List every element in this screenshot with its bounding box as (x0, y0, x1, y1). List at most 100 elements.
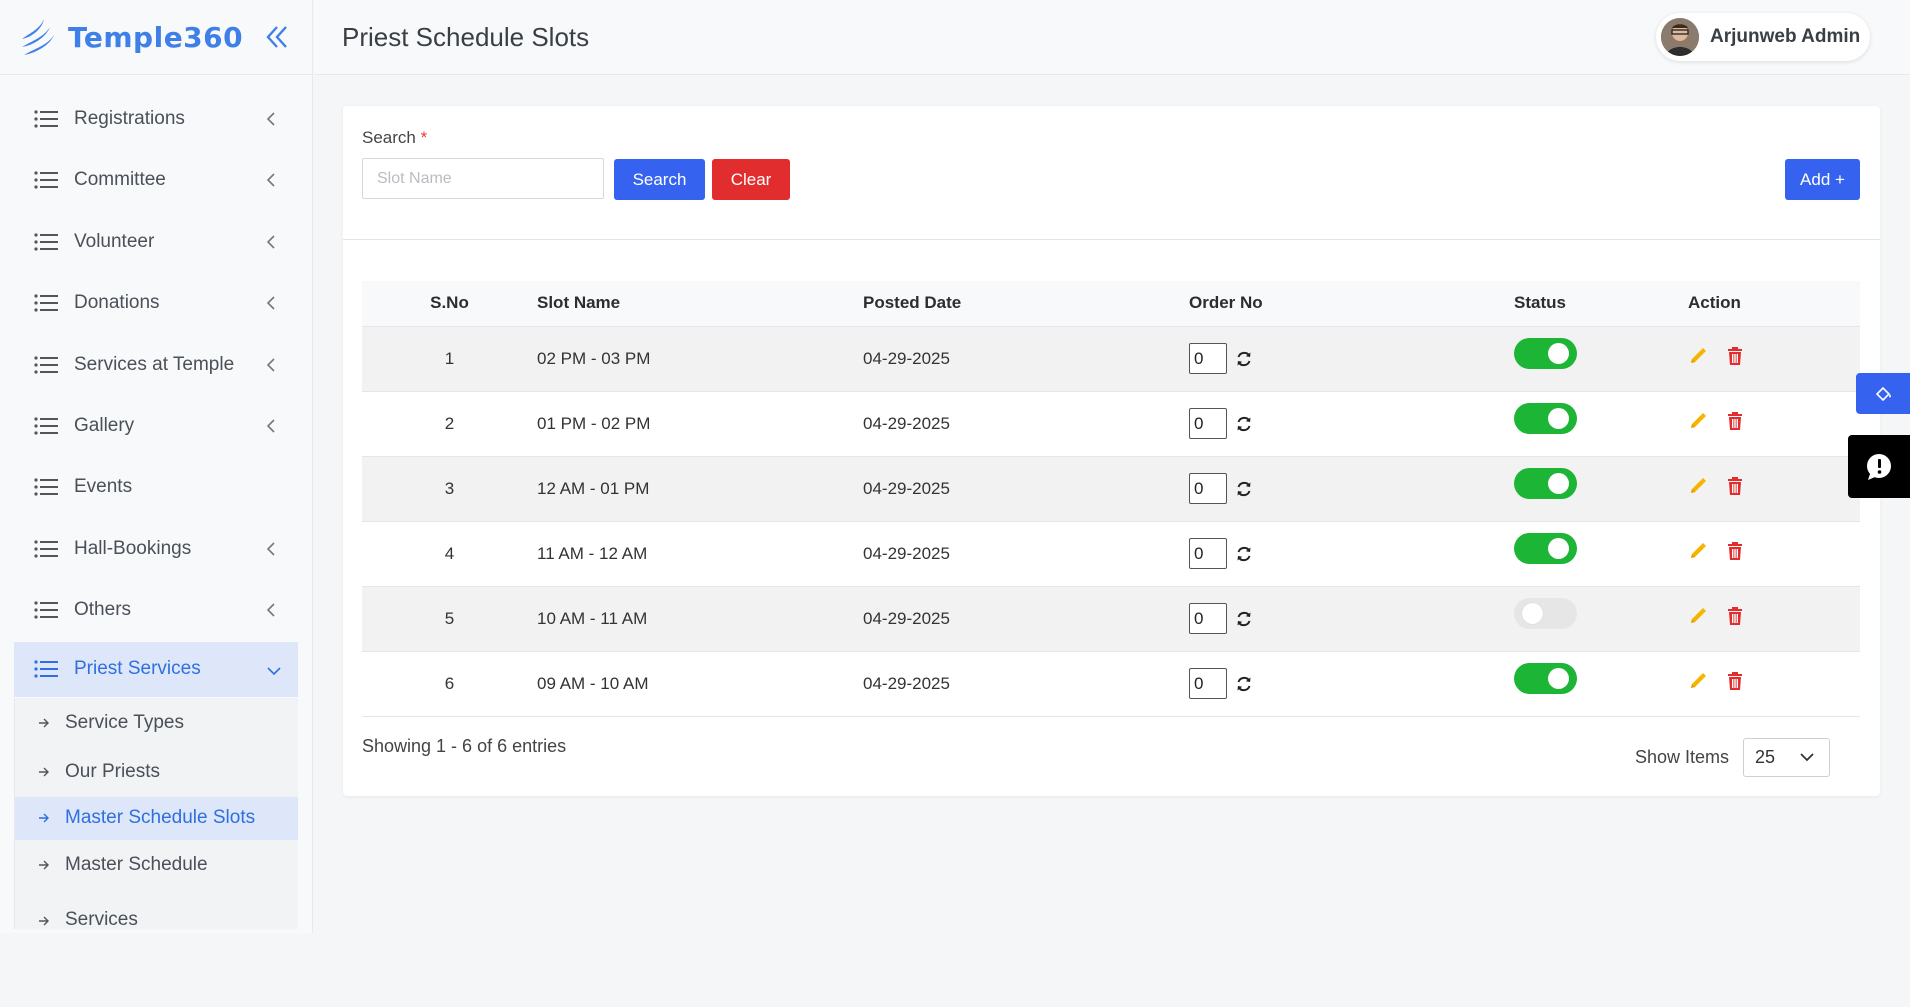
cell-slot-name: 11 AM - 12 AM (537, 543, 648, 563)
column-header-slot-name: Slot Name (537, 293, 621, 313)
column-header-order-no: Order No (1189, 293, 1263, 313)
sidebar-item-events[interactable]: Events (14, 457, 298, 517)
paint-bucket-icon (1875, 386, 1891, 401)
cell-order-no (1189, 456, 1514, 521)
pencil-icon[interactable] (1688, 476, 1708, 496)
status-toggle[interactable] (1514, 337, 1577, 369)
table-row: 4 11 AM - 12 AM 04-29-2025 (362, 521, 1860, 586)
sidebar-item-registrations[interactable]: Registrations (14, 89, 298, 149)
search-button[interactable]: Search (614, 159, 705, 200)
sidebar-item-label: Gallery (74, 414, 135, 436)
slot-name-search-input[interactable] (362, 158, 604, 199)
submenu-item-service-types[interactable]: Service Types (15, 698, 298, 748)
submenu-item-services[interactable]: Services (15, 889, 298, 929)
pencil-icon[interactable] (1688, 346, 1708, 366)
order-no-input[interactable] (1189, 408, 1227, 439)
page-title: Priest Schedule Slots (342, 22, 590, 52)
arrow-right-icon (39, 813, 49, 823)
brand-name: Temple360 (68, 20, 244, 54)
sidebar-item-services-at-temple[interactable]: Services at Temple (14, 335, 298, 395)
sidebar-item-volunteer[interactable]: Volunteer (14, 212, 298, 272)
trash-icon[interactable] (1726, 671, 1744, 691)
chevron-left-icon (266, 112, 275, 126)
cell-order-no (1189, 651, 1514, 716)
row-actions (1688, 671, 1744, 691)
slots-card: Search * Search Clear Add + S.No Slot Na… (343, 106, 1880, 796)
sidebar-item-label: Services at Temple (74, 353, 235, 375)
refresh-icon[interactable] (1235, 415, 1253, 433)
cell-slot-name: 10 AM - 11 AM (537, 608, 648, 628)
search-label-text: Search (362, 128, 416, 147)
page-size-select[interactable]: 25 (1743, 738, 1830, 777)
toggle-knob (1548, 407, 1569, 429)
cell-sno: 1 (444, 348, 455, 368)
sidebar-item-hall-bookings[interactable]: Hall-Bookings (14, 519, 298, 579)
sidebar-item-committee[interactable]: Committee (14, 150, 298, 210)
pencil-icon[interactable] (1688, 411, 1708, 431)
table-row: 1 02 PM - 03 PM 04-29-2025 (362, 326, 1860, 391)
status-toggle[interactable] (1514, 662, 1577, 694)
sidebar-item-donations[interactable]: Donations (14, 273, 298, 333)
sidebar-item-label: Committee (74, 169, 166, 191)
user-menu[interactable]: Arjunweb Admin (1656, 13, 1870, 61)
sidebar-item-label: Hall-Bookings (74, 537, 192, 559)
refresh-icon[interactable] (1235, 480, 1253, 498)
refresh-icon[interactable] (1235, 675, 1253, 693)
trash-icon[interactable] (1726, 606, 1744, 626)
double-chevron-left-icon[interactable] (264, 22, 290, 52)
search-label: Search * (362, 128, 427, 148)
order-control (1189, 538, 1514, 569)
submenu-item-master-schedule[interactable]: Master Schedule (15, 840, 298, 890)
cell-status (1514, 586, 1688, 651)
refresh-icon[interactable] (1235, 545, 1253, 563)
row-actions (1688, 411, 1744, 431)
submenu-item-label: Master Schedule Slots (65, 807, 256, 829)
trash-icon[interactable] (1726, 476, 1744, 496)
order-no-input[interactable] (1189, 473, 1227, 504)
cell-slot-name: 02 PM - 03 PM (537, 348, 651, 368)
user-avatar-icon (1661, 18, 1699, 56)
arrow-right-icon (39, 916, 49, 926)
table-header-row: S.No Slot Name Posted Date Order No Stat… (362, 281, 1860, 326)
sidebar-item-label: Events (74, 476, 133, 498)
order-no-input[interactable] (1189, 343, 1227, 374)
trash-icon[interactable] (1726, 411, 1744, 431)
status-toggle[interactable] (1514, 532, 1577, 564)
cell-status (1514, 391, 1688, 456)
cell-action (1688, 456, 1860, 521)
pencil-icon[interactable] (1688, 541, 1708, 561)
list-icon (34, 660, 58, 678)
list-icon (34, 417, 58, 435)
cell-sno: 4 (444, 543, 455, 563)
order-control (1189, 473, 1514, 504)
cell-action (1688, 521, 1860, 586)
refresh-icon[interactable] (1235, 610, 1253, 628)
pencil-icon[interactable] (1688, 671, 1708, 691)
list-icon (34, 233, 58, 251)
chat-widget-button[interactable] (1848, 435, 1910, 498)
pencil-icon[interactable] (1688, 606, 1708, 626)
status-toggle[interactable] (1514, 402, 1577, 434)
chevron-left-icon (266, 603, 275, 617)
order-no-input[interactable] (1189, 538, 1227, 569)
status-toggle[interactable] (1514, 597, 1577, 629)
add-button[interactable]: Add + (1785, 159, 1860, 200)
submenu-item-our-priests[interactable]: Our Priests (15, 747, 298, 797)
submenu-item-master-schedule-slots[interactable]: Master Schedule Slots (15, 796, 298, 840)
cell-sno: 6 (444, 673, 455, 693)
order-no-input[interactable] (1189, 603, 1227, 634)
cell-action (1688, 586, 1860, 651)
trash-icon[interactable] (1726, 346, 1744, 366)
theme-customizer-button[interactable] (1856, 373, 1910, 414)
refresh-icon[interactable] (1235, 350, 1253, 368)
sidebar-item-gallery[interactable]: Gallery (14, 396, 298, 456)
order-no-input[interactable] (1189, 668, 1227, 699)
sidebar: Temple360 Registrations Committee Volunt… (0, 0, 313, 933)
status-toggle[interactable] (1514, 467, 1577, 499)
sidebar-item-priest-services[interactable]: Priest Services (14, 641, 298, 697)
cell-status (1514, 326, 1688, 391)
sidebar-item-others[interactable]: Others (14, 580, 298, 640)
cell-order-no (1189, 326, 1514, 391)
trash-icon[interactable] (1726, 541, 1744, 561)
clear-button[interactable]: Clear (712, 159, 790, 200)
